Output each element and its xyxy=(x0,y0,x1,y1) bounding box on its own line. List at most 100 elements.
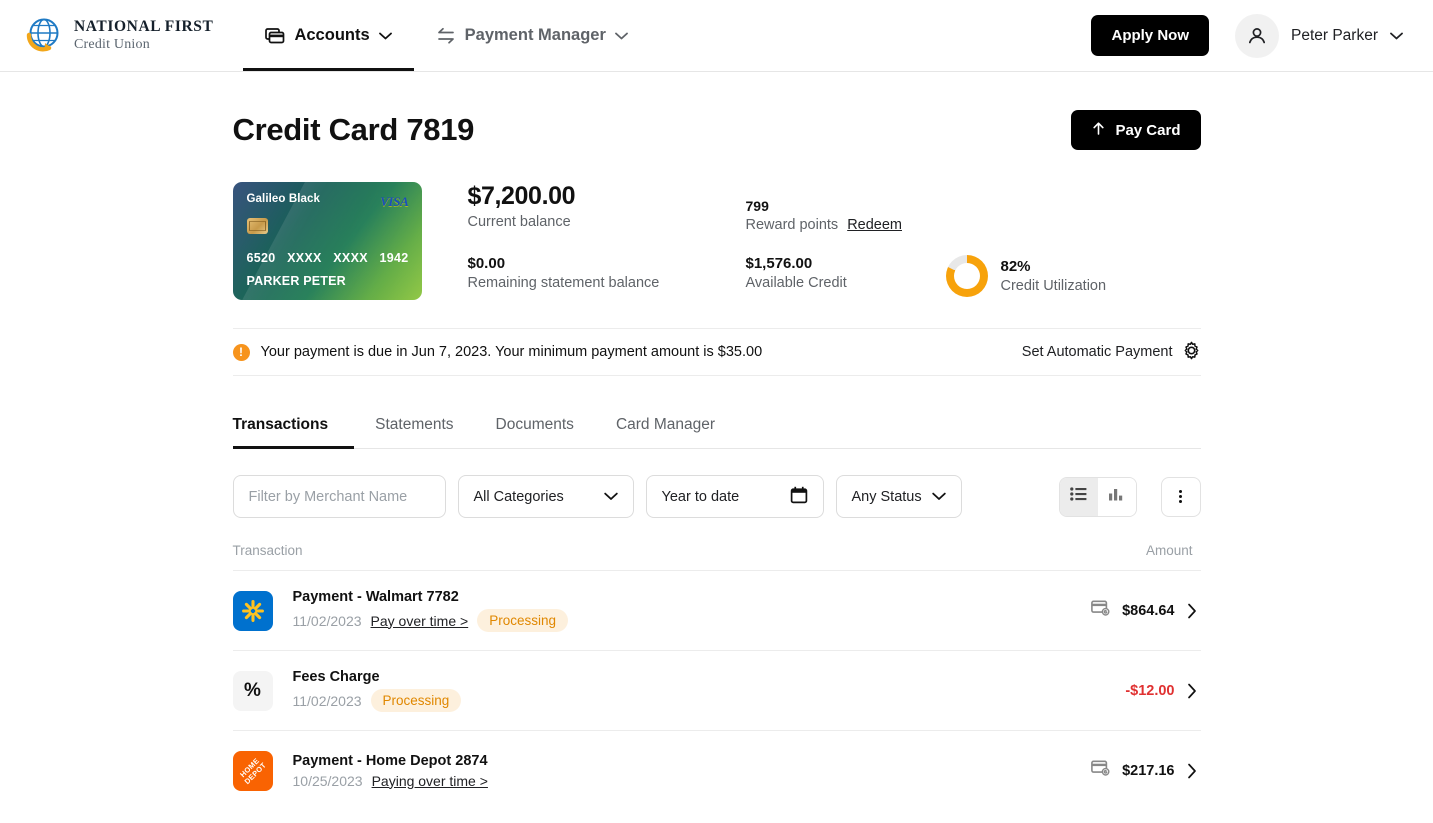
credit-card-icon xyxy=(1091,600,1110,621)
transfer-arrows-icon xyxy=(436,27,456,45)
card-number-group: 6520 xyxy=(246,251,276,265)
utilization-label: Credit Utilization xyxy=(1000,278,1107,294)
chevron-right-icon[interactable] xyxy=(1187,683,1201,699)
chevron-down-icon xyxy=(603,489,618,505)
table-row[interactable]: Payment - Walmart 7782 11/02/2023 Pay ov… xyxy=(232,570,1201,650)
column-header-transaction: Transaction xyxy=(232,542,303,558)
card-number-group: XXXX xyxy=(287,251,322,265)
avatar xyxy=(1234,13,1279,58)
chart-view-button[interactable] xyxy=(1097,477,1136,516)
page-header: Credit Card 7819 Pay Card xyxy=(233,110,1201,150)
transaction-amount: $864.64 xyxy=(1122,602,1175,619)
chevron-down-icon xyxy=(614,26,628,45)
user-menu[interactable]: Peter Parker xyxy=(1234,13,1403,58)
credit-card-icon xyxy=(1091,760,1110,781)
kebab-menu-icon xyxy=(1179,495,1182,498)
chevron-down-icon xyxy=(1390,27,1403,45)
nav-item-payment-manager[interactable]: Payment Manager xyxy=(414,0,650,71)
payment-due-banner: ! Your payment is due in Jun 7, 2023. Yo… xyxy=(232,328,1201,376)
remaining-statement-value: $0.00 xyxy=(467,255,506,272)
list-icon xyxy=(1070,487,1087,506)
transactions-table-header: Transaction Amount xyxy=(233,530,1201,570)
date-range-value: Year to date xyxy=(661,488,740,505)
chevron-right-icon[interactable] xyxy=(1187,763,1201,779)
transaction-date: 11/02/2023 xyxy=(292,612,362,629)
column-header-amount: Amount xyxy=(1145,542,1193,558)
visa-logo-icon: VISA xyxy=(380,194,409,209)
status-filter-select[interactable]: Any Status xyxy=(835,475,962,518)
account-summary: Galileo Black VISA 6520 XXXX XXXX 1942 P… xyxy=(232,182,1201,300)
reward-points-label: Reward points xyxy=(745,217,839,233)
transaction-date: 11/02/2023 xyxy=(292,692,362,709)
card-number-group: XXXX xyxy=(333,251,368,265)
status-badge: Processing xyxy=(370,689,462,712)
credit-utilization-donut xyxy=(945,255,988,297)
merchant-filter-input[interactable]: Filter by Merchant Name xyxy=(232,475,446,518)
chevron-down-icon xyxy=(378,26,392,45)
card-product-name: Galileo Black xyxy=(246,193,321,205)
apply-now-button[interactable]: Apply Now xyxy=(1091,15,1209,56)
stat-remaining-statement-balance: $0.00 Remaining statement balance xyxy=(468,255,746,297)
available-credit-label: Available Credit xyxy=(745,275,847,291)
transaction-amount: $217.16 xyxy=(1122,762,1175,779)
pay-card-label: Pay Card xyxy=(1115,121,1181,139)
chevron-right-icon[interactable] xyxy=(1187,603,1201,619)
top-navigation-bar: NATIONAL FIRST Credit Union Accounts Pay… xyxy=(0,0,1433,72)
utilization-value: 82% xyxy=(1000,258,1031,275)
transaction-name: Payment - Walmart 7782 xyxy=(292,589,459,605)
date-range-filter[interactable]: Year to date xyxy=(645,475,824,518)
credit-card-visual[interactable]: Galileo Black VISA 6520 XXXX XXXX 1942 P… xyxy=(232,182,422,300)
section-tabs: Transactions Statements Documents Card M… xyxy=(232,404,1201,449)
remaining-statement-label: Remaining statement balance xyxy=(467,275,660,291)
card-holder-name: PARKER PETER xyxy=(246,274,346,288)
nav-item-accounts[interactable]: Accounts xyxy=(243,0,414,71)
user-name: Peter Parker xyxy=(1290,26,1378,44)
card-number: 6520 XXXX XXXX 1942 xyxy=(247,251,409,265)
summary-stats: $7,200.00 Current balance 799 Reward poi… xyxy=(422,182,1201,297)
current-balance-label: Current balance xyxy=(467,214,571,230)
globe-arrow-logo-icon xyxy=(22,15,64,57)
brand-name-secondary: Credit Union xyxy=(74,36,150,52)
gear-icon xyxy=(1182,341,1201,364)
tab-transactions[interactable]: Transactions xyxy=(232,404,355,449)
calendar-icon xyxy=(790,486,808,508)
tab-card-manager[interactable]: Card Manager xyxy=(595,404,736,448)
available-credit-value: $1,576.00 xyxy=(745,255,813,272)
alert-exclamation-icon: ! xyxy=(232,343,250,361)
reward-points-value: 799 xyxy=(745,198,769,214)
chevron-down-icon xyxy=(931,489,946,505)
paying-over-time-link[interactable]: Paying over time > xyxy=(372,773,488,789)
status-badge: Processing xyxy=(477,609,568,632)
bar-chart-icon xyxy=(1108,487,1125,506)
chip-icon xyxy=(246,218,268,234)
home-depot-logo-icon: HOME DEPOT xyxy=(232,750,273,791)
table-row[interactable]: % Fees Charge 11/02/2023 Processing -$12… xyxy=(232,650,1201,730)
set-automatic-payment-button[interactable]: Set Automatic Payment xyxy=(1022,341,1201,364)
stat-current-balance: $7,200.00 Current balance xyxy=(468,182,746,233)
stat-reward-points: 799 Reward points Redeem xyxy=(746,182,946,233)
current-balance-value: $7,200.00 xyxy=(467,182,576,210)
tab-statements[interactable]: Statements xyxy=(354,404,474,448)
transaction-filters: Filter by Merchant Name All Categories Y… xyxy=(232,475,1201,518)
page-content: Credit Card 7819 Pay Card Galileo Black … xyxy=(232,72,1201,810)
transaction-name: Payment - Home Depot 2874 xyxy=(292,752,488,769)
card-number-group: 1942 xyxy=(379,251,409,265)
more-options-button[interactable] xyxy=(1160,476,1201,517)
stat-credit-utilization: 82% Credit Utilization xyxy=(945,255,1201,297)
page-title: Credit Card 7819 xyxy=(232,112,475,147)
redeem-link[interactable]: Redeem xyxy=(847,217,902,233)
stat-spacer xyxy=(946,182,1201,233)
view-toggle-group xyxy=(1058,476,1137,517)
table-row[interactable]: HOME DEPOT Payment - Home Depot 2874 10/2… xyxy=(232,730,1201,810)
percent-icon: % xyxy=(232,670,273,711)
transaction-amount: -$12.00 xyxy=(1125,682,1175,699)
tab-documents[interactable]: Documents xyxy=(475,404,595,448)
category-filter-select[interactable]: All Categories xyxy=(457,475,634,518)
pay-over-time-link[interactable]: Pay over time > xyxy=(371,613,469,629)
brand-logo[interactable]: NATIONAL FIRST Credit Union xyxy=(0,0,223,71)
cards-icon xyxy=(265,27,285,45)
list-view-button[interactable] xyxy=(1059,477,1098,516)
nav-label-payment-manager: Payment Manager xyxy=(464,26,606,44)
arrow-up-icon xyxy=(1091,121,1106,140)
pay-card-button[interactable]: Pay Card xyxy=(1071,110,1201,150)
